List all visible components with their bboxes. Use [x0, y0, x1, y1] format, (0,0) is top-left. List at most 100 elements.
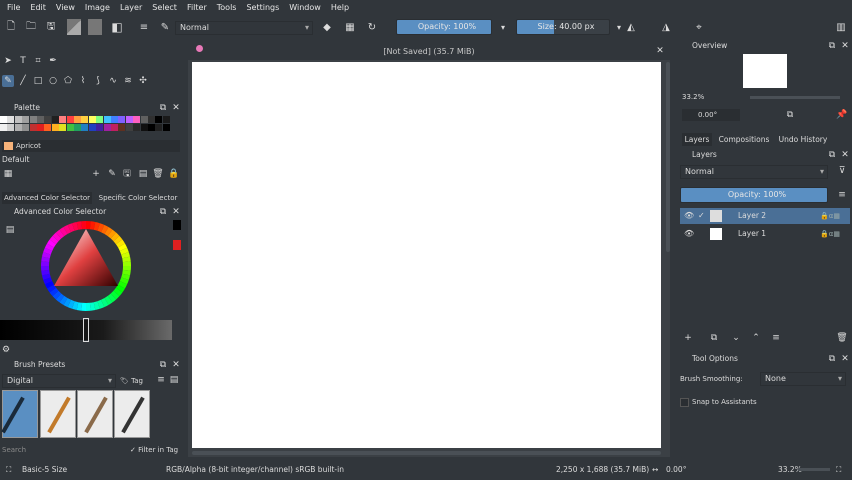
duplicate-layer-icon[interactable]: ⧉: [708, 332, 720, 344]
overview-zoom-slider[interactable]: [750, 96, 840, 99]
filter-in-tag-checkbox[interactable]: ✓ Filter in Tag: [130, 444, 180, 456]
palette-swatch[interactable]: [111, 116, 118, 123]
vertical-scrollbar[interactable]: [666, 62, 670, 252]
palette-swatch[interactable]: [125, 124, 133, 131]
hue-segment[interactable]: [122, 256, 131, 263]
saturation-triangle[interactable]: [54, 229, 118, 286]
foreground-color[interactable]: [173, 220, 181, 230]
menu-select[interactable]: Select: [147, 3, 182, 12]
horizontal-scrollbar[interactable]: [192, 451, 661, 455]
palette-swatch[interactable]: [96, 116, 104, 123]
hue-segment[interactable]: [55, 229, 65, 239]
close-icon[interactable]: ✕: [170, 102, 182, 114]
palette-swatch[interactable]: [103, 124, 111, 131]
hue-segment[interactable]: [55, 293, 65, 303]
hue-segment[interactable]: [47, 284, 57, 293]
palette-swatch[interactable]: [162, 124, 170, 131]
hue-segment[interactable]: [76, 302, 83, 311]
brush-settings-icon[interactable]: ≡: [137, 19, 151, 35]
palette-swatch[interactable]: [81, 116, 89, 123]
menu-view[interactable]: View: [51, 3, 80, 12]
document-tab[interactable]: [Not Saved] (35.7 MiB): [188, 43, 670, 60]
wrap-around-icon[interactable]: ⌖: [692, 19, 706, 35]
value-cursor[interactable]: [83, 318, 89, 342]
snap-to-assistants-checkbox[interactable]: [680, 398, 689, 407]
palette-swatch-grid[interactable]: [0, 116, 172, 136]
brush-preset-3[interactable]: [77, 390, 113, 438]
select-tool-icon[interactable]: ➤: [2, 55, 14, 67]
palette-swatch[interactable]: [29, 116, 37, 123]
workspace-icon[interactable]: ▥: [834, 19, 848, 35]
text-tool-icon[interactable]: T: [17, 55, 29, 67]
palette-swatch[interactable]: [140, 116, 148, 123]
brush-tag-combo[interactable]: Digital: [2, 374, 116, 388]
layer-lock-icons[interactable]: 🔒α▦: [820, 208, 840, 224]
close-document-icon[interactable]: ✕: [654, 45, 666, 57]
hue-segment[interactable]: [52, 232, 62, 242]
palette-swatch[interactable]: [59, 116, 67, 123]
hue-segment[interactable]: [115, 239, 125, 248]
brush-preset-1[interactable]: [1, 390, 38, 438]
menu-filter[interactable]: Filter: [182, 3, 212, 12]
brush-more-icon[interactable]: ▤: [168, 374, 180, 386]
palette-swatch[interactable]: [66, 124, 74, 131]
polygon-tool-icon[interactable]: ⬠: [62, 75, 74, 87]
hue-segment[interactable]: [113, 235, 123, 245]
brush-smoothing-combo[interactable]: None: [760, 372, 846, 386]
hue-segment[interactable]: [104, 227, 113, 237]
tab-undo-history[interactable]: Undo History: [776, 133, 830, 146]
line-tool-icon[interactable]: ╱: [17, 75, 29, 87]
palette-swatch[interactable]: [0, 116, 7, 123]
edit-shapes-icon[interactable]: ⌗: [32, 55, 44, 67]
hue-segment[interactable]: [121, 252, 131, 259]
hue-segment[interactable]: [41, 256, 50, 263]
layer-menu-icon[interactable]: ≡: [836, 189, 848, 201]
hue-segment[interactable]: [93, 221, 100, 231]
color-wheel[interactable]: [40, 220, 132, 312]
float-icon[interactable]: ⧉: [157, 359, 169, 371]
pattern-icon[interactable]: [88, 19, 102, 35]
palette-swatch[interactable]: [155, 124, 163, 131]
brush-preset-icon[interactable]: ✎: [158, 19, 172, 35]
settings-gear-icon[interactable]: ⚙: [0, 344, 12, 356]
hue-segment[interactable]: [107, 293, 117, 303]
hue-segment[interactable]: [44, 281, 54, 289]
size-slider[interactable]: Size: 40.00 px: [516, 19, 610, 35]
overview-rotation[interactable]: 0.00°: [682, 109, 740, 121]
tab-layers[interactable]: Layers: [682, 133, 712, 146]
brush-preset-2[interactable]: [40, 390, 76, 438]
zoom-slider[interactable]: [798, 468, 830, 471]
hue-segment[interactable]: [43, 247, 53, 255]
palette-swatch[interactable]: [7, 116, 15, 123]
close-icon[interactable]: ✕: [839, 40, 851, 52]
alpha-lock-icon[interactable]: ▦: [343, 19, 357, 35]
move-up-icon[interactable]: ⌃: [750, 332, 762, 344]
palette-swatch[interactable]: [22, 116, 30, 123]
reload-icon[interactable]: ↻: [365, 19, 379, 35]
hue-segment[interactable]: [41, 252, 51, 259]
menu-file[interactable]: File: [2, 3, 25, 12]
palette-swatch[interactable]: [37, 124, 44, 131]
palette-swatch[interactable]: [74, 124, 81, 131]
brush-preset-4[interactable]: [114, 390, 150, 438]
close-icon[interactable]: ✕: [170, 206, 182, 218]
menu-settings[interactable]: Settings: [241, 3, 284, 12]
color-space-status[interactable]: RGB/Alpha (8-bit integer/channel) sRGB b…: [166, 460, 344, 480]
rotation-status[interactable]: 0.00°: [666, 460, 686, 480]
mirror-vertical-icon[interactable]: ◮: [659, 19, 673, 35]
layer-row[interactable]: 👁 Layer 1 🔒α▦: [680, 226, 850, 242]
hue-segment[interactable]: [97, 223, 105, 233]
hue-segment[interactable]: [113, 287, 123, 297]
menu-tools[interactable]: Tools: [212, 3, 242, 12]
hue-segment[interactable]: [52, 290, 62, 300]
document-canvas[interactable]: [192, 62, 661, 448]
layer-row[interactable]: 👁 ✓ Layer 2 🔒α▦: [680, 208, 850, 224]
palette-swatch[interactable]: [118, 116, 126, 123]
hue-segment[interactable]: [107, 229, 117, 239]
calligraphy-icon[interactable]: ✒: [47, 55, 59, 67]
palette-swatch[interactable]: [125, 116, 133, 123]
dynamic-brush-icon[interactable]: ≋: [122, 75, 134, 87]
hue-segment[interactable]: [110, 290, 120, 300]
layer-check-icon[interactable]: ✓: [698, 208, 705, 224]
hue-segment[interactable]: [121, 273, 131, 280]
